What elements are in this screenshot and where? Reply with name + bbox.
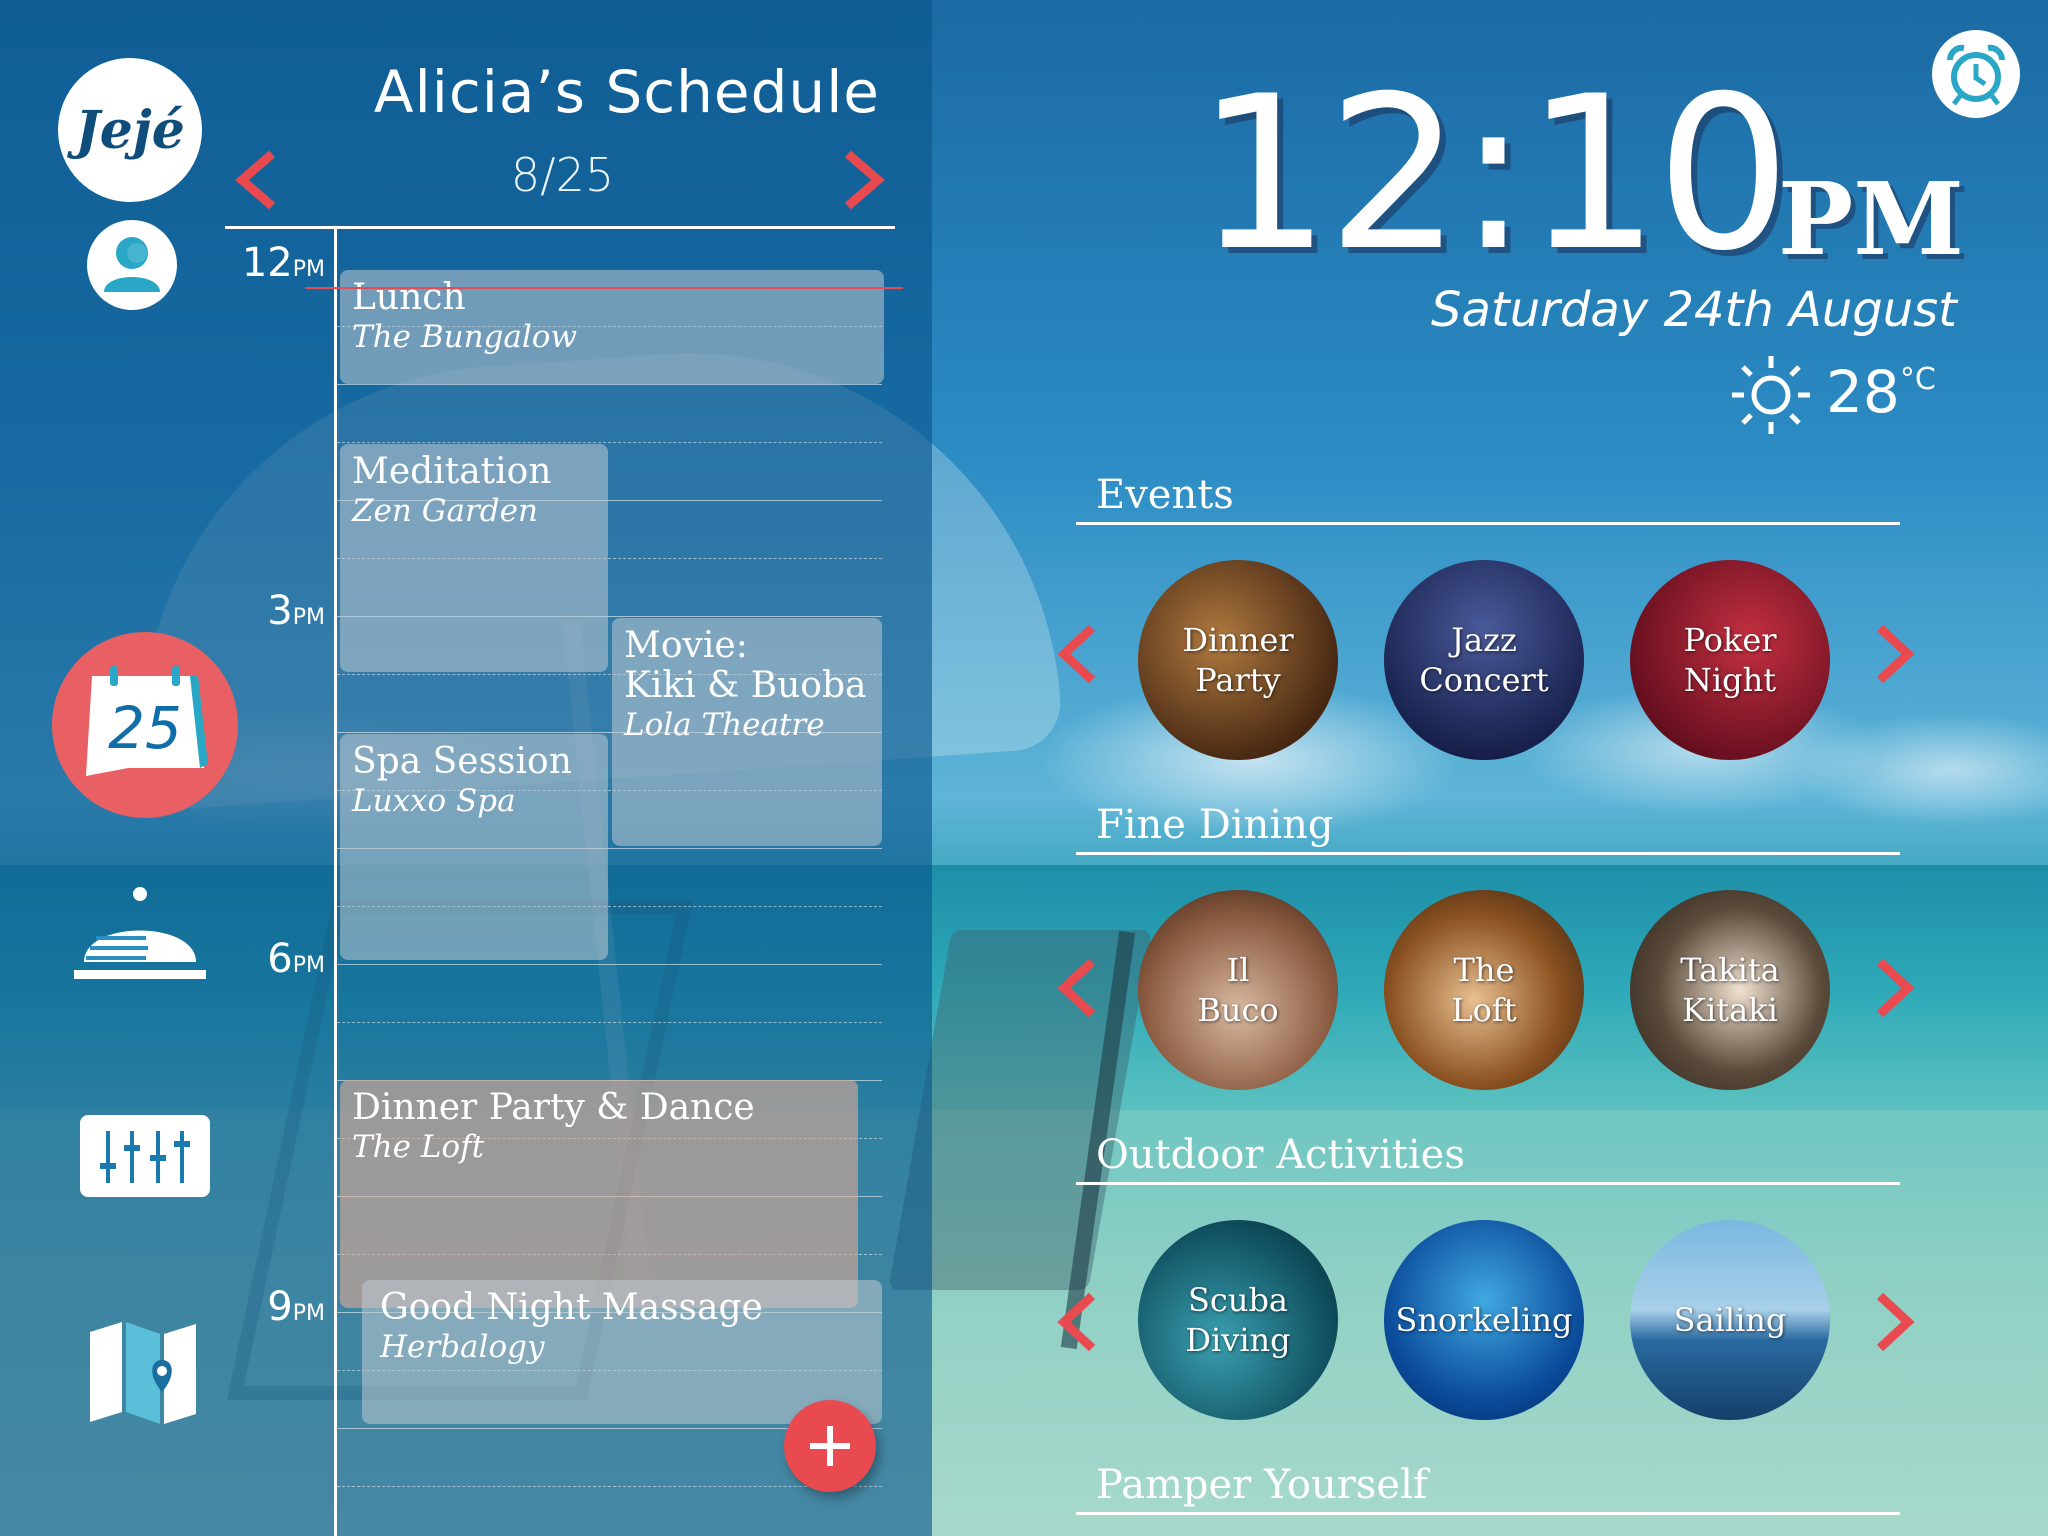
- chevron-right-icon: [1876, 624, 1915, 684]
- card-label: Takita Kitaki: [1680, 951, 1780, 1029]
- dining-il-buco-card[interactable]: Il Buco: [1138, 890, 1338, 1090]
- current-time-indicator: [305, 287, 903, 289]
- dining-the-loft-card[interactable]: The Loft: [1384, 890, 1584, 1090]
- calendar-button[interactable]: 25: [52, 632, 238, 818]
- section-divider: [1076, 1512, 1900, 1515]
- event-meditation[interactable]: Meditation Zen Garden: [340, 444, 608, 672]
- event-jazz-concert-card[interactable]: Jazz Concert: [1384, 560, 1584, 760]
- time-label-9pm: 9PM: [267, 1284, 325, 1330]
- event-title: Spa Session: [352, 741, 572, 782]
- section-divider: [1076, 1182, 1900, 1185]
- temperature: 28°C: [1826, 358, 1936, 426]
- clock-time: 12:10: [1196, 50, 1791, 297]
- event-movie[interactable]: Movie: Kiki & Buoba Lola Theatre: [612, 618, 882, 846]
- sun-icon: [1732, 356, 1810, 434]
- weather-widget: 28°C: [1728, 350, 1968, 440]
- add-event-button[interactable]: [784, 1400, 876, 1492]
- card-label: Snorkeling: [1395, 1301, 1573, 1339]
- chevron-left-icon: [1057, 1292, 1096, 1352]
- event-place: Zen Garden: [352, 493, 538, 529]
- dining-prev-button[interactable]: [1052, 956, 1100, 1020]
- event-title: Lunch: [352, 277, 466, 318]
- outdoor-prev-button[interactable]: [1052, 1290, 1100, 1354]
- calendar-day: 25: [108, 694, 182, 762]
- plus-icon: [810, 1426, 850, 1466]
- outdoor-next-button[interactable]: [1872, 1290, 1920, 1354]
- section-title-fine-dining: Fine Dining: [1096, 802, 1334, 848]
- profile-button[interactable]: [87, 220, 177, 310]
- next-day-button[interactable]: [840, 148, 890, 212]
- sliders-icon: [80, 1115, 210, 1197]
- map-button[interactable]: [88, 1320, 198, 1425]
- chevron-left-icon: [1057, 958, 1096, 1018]
- event-place: Herbalogy: [380, 1329, 545, 1365]
- event-spa-session[interactable]: Spa Session Luxxo Spa: [340, 734, 608, 960]
- previous-day-button[interactable]: [230, 148, 280, 212]
- map-icon: [90, 1322, 196, 1424]
- events-next-button[interactable]: [1872, 622, 1920, 686]
- event-title: Movie:: [624, 625, 748, 666]
- alarm-clock-icon: [1946, 44, 2006, 106]
- chevron-right-icon: [1876, 958, 1915, 1018]
- card-label: Sailing: [1673, 1301, 1787, 1339]
- time-label-12pm: 12PM: [241, 240, 325, 286]
- section-title-events: Events: [1096, 472, 1234, 518]
- cloche-icon: [74, 887, 206, 979]
- event-place: The Loft: [352, 1129, 485, 1165]
- event-title: Dinner Party & Dance: [352, 1087, 755, 1128]
- event-dinner-party-dance[interactable]: Dinner Party & Dance The Loft: [340, 1080, 858, 1308]
- dining-next-button[interactable]: [1872, 956, 1920, 1020]
- schedule-date: 8/25: [510, 148, 615, 202]
- clock-ampm: PM: [1778, 160, 1964, 278]
- section-title-pamper-yourself: Pamper Yourself: [1096, 1462, 1428, 1508]
- settings-button[interactable]: [80, 1115, 210, 1197]
- card-label: The Loft: [1451, 951, 1517, 1029]
- chevron-right-icon: [1876, 1292, 1915, 1352]
- events-prev-button[interactable]: [1052, 622, 1100, 686]
- section-title-outdoor-activities: Outdoor Activities: [1096, 1132, 1465, 1178]
- section-divider: [1076, 852, 1900, 855]
- chevron-right-icon: [845, 150, 885, 210]
- event-title: Good Night Massage: [380, 1287, 763, 1328]
- current-date: Saturday 24th August: [1431, 282, 1957, 338]
- time-label-6pm: 6PM: [267, 936, 325, 982]
- logo-text: Jejé: [75, 99, 185, 161]
- dining-takita-kitaki-card[interactable]: Takita Kitaki: [1630, 890, 1830, 1090]
- event-dinner-party-card[interactable]: Dinner Party: [1138, 560, 1338, 760]
- app-logo[interactable]: Jejé: [58, 58, 202, 202]
- card-label: Scuba Diving: [1185, 1281, 1291, 1359]
- event-good-night-massage[interactable]: Good Night Massage Herbalogy: [362, 1280, 882, 1424]
- event-poker-night-card[interactable]: Poker Night: [1630, 560, 1830, 760]
- event-place: The Bungalow: [352, 319, 577, 355]
- schedule-title: Alicia’s Schedule: [373, 58, 880, 126]
- outdoor-scuba-diving-card[interactable]: Scuba Diving: [1138, 1220, 1338, 1420]
- user-icon: [104, 237, 160, 292]
- card-label: Dinner Party: [1182, 621, 1294, 699]
- event-place: Luxxo Spa: [352, 783, 516, 819]
- timeline-axis: [334, 228, 337, 1536]
- dining-button[interactable]: [70, 880, 210, 990]
- event-title-line2: Kiki & Buoba: [624, 665, 867, 706]
- event-title: Meditation: [352, 451, 552, 492]
- header-divider: [225, 226, 895, 229]
- alarm-button[interactable]: [1932, 30, 2020, 118]
- chevron-left-icon: [235, 150, 275, 210]
- card-label: Jazz Concert: [1419, 621, 1549, 699]
- outdoor-snorkeling-card[interactable]: Snorkeling: [1384, 1220, 1584, 1420]
- outdoor-sailing-card[interactable]: Sailing: [1630, 1220, 1830, 1420]
- section-divider: [1076, 522, 1900, 525]
- time-label-3pm: 3PM: [267, 588, 325, 634]
- chevron-left-icon: [1057, 624, 1096, 684]
- event-place: Lola Theatre: [624, 707, 825, 743]
- card-label: Poker Night: [1683, 621, 1777, 699]
- card-label: Il Buco: [1197, 951, 1279, 1029]
